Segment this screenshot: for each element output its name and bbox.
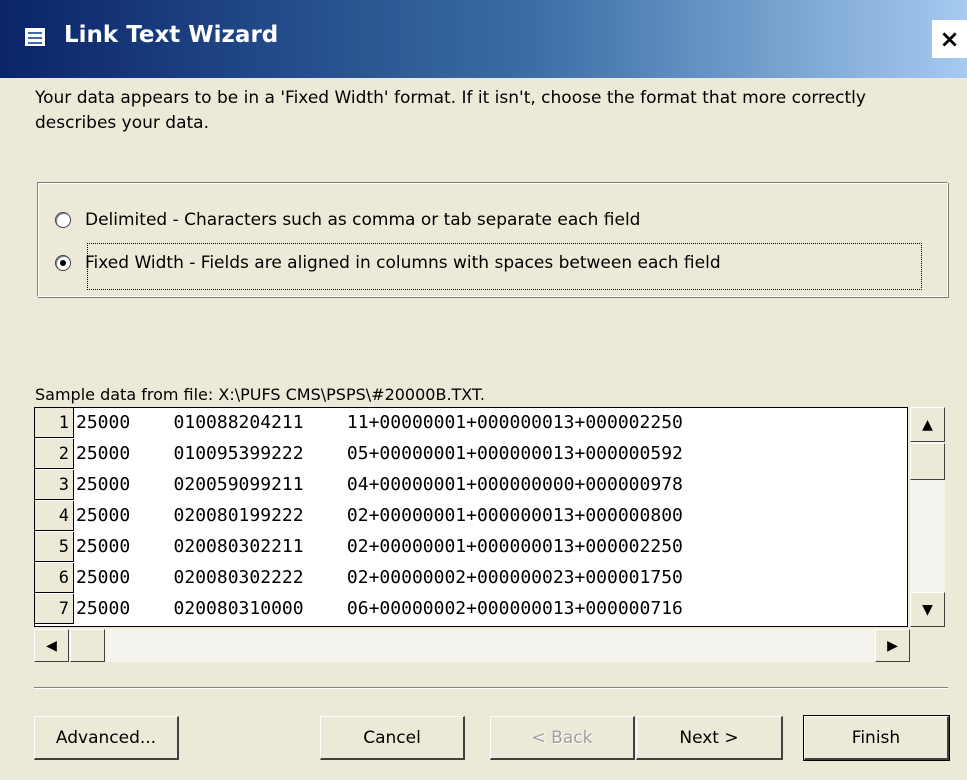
sample-data-grid[interactable]: 1 25000 010088204211 11+00000001+0000000…	[34, 407, 908, 627]
row-data: 25000 020080199222 02+00000001+000000013…	[76, 505, 683, 526]
row-number: 5	[35, 532, 74, 562]
arrow-left-icon: ◀	[46, 637, 57, 654]
button-divider	[34, 687, 948, 689]
title-bar[interactable]: Link Text Wizard	[0, 0, 967, 78]
row-data: 25000 010095399222 05+00000001+000000013…	[76, 443, 683, 464]
table-row: 2 25000 010095399222 05+00000001+0000000…	[35, 439, 907, 470]
row-number: 2	[35, 439, 74, 469]
scroll-down-button[interactable]: ▼	[910, 592, 945, 627]
delimited-label: Delimited - Characters such as comma or …	[85, 210, 641, 230]
horizontal-scrollbar[interactable]: ◀ ▶	[34, 629, 910, 662]
fixed-width-radio[interactable]	[55, 255, 71, 271]
row-data: 25000 020080302211 02+00000001+000000013…	[76, 536, 683, 557]
scroll-left-button[interactable]: ◀	[34, 629, 69, 662]
intro-text: Your data appears to be in a 'Fixed Widt…	[35, 88, 866, 133]
row-number: 3	[35, 470, 74, 500]
row-data: 25000 010088204211 11+00000001+000000013…	[76, 412, 683, 433]
sample-data-label: Sample data from file: X:\PUFS CMS\PSPS\…	[35, 385, 485, 404]
vertical-scroll-thumb[interactable]	[910, 443, 945, 480]
link-text-wizard-window: Link Text Wizard × Your data appears to …	[0, 0, 967, 780]
table-row: 6 25000 020080302222 02+00000002+0000000…	[35, 563, 907, 594]
vertical-scrollbar[interactable]: ▲ ▼	[910, 407, 945, 627]
table-row: 1 25000 010088204211 11+00000001+0000000…	[35, 408, 907, 439]
scroll-up-button[interactable]: ▲	[910, 407, 945, 442]
back-button[interactable]: < Back	[490, 716, 635, 760]
row-data: 25000 020080302222 02+00000002+000000023…	[76, 567, 683, 588]
arrow-up-icon: ▲	[922, 416, 933, 433]
advanced-button[interactable]: Advanced...	[34, 716, 179, 760]
table-row: 3 25000 020059099211 04+00000001+0000000…	[35, 470, 907, 501]
focus-rectangle	[87, 243, 922, 290]
wizard-app-icon	[24, 27, 46, 47]
finish-button[interactable]: Finish	[803, 715, 950, 761]
window-title: Link Text Wizard	[64, 22, 279, 48]
row-data: 25000 020059099211 04+00000001+000000000…	[76, 474, 683, 495]
row-number: 1	[35, 408, 74, 438]
cancel-button[interactable]: Cancel	[320, 716, 465, 760]
row-number: 6	[35, 563, 74, 593]
table-row: 4 25000 020080199222 02+00000001+0000000…	[35, 501, 907, 532]
close-icon[interactable]: ×	[932, 20, 967, 58]
next-button[interactable]: Next >	[636, 716, 783, 760]
horizontal-scroll-thumb[interactable]	[70, 629, 105, 662]
scroll-right-button[interactable]: ▶	[875, 629, 910, 662]
row-number: 4	[35, 501, 74, 531]
table-row: 5 25000 020080302211 02+00000001+0000000…	[35, 532, 907, 563]
delimited-radio[interactable]	[55, 212, 71, 228]
delimited-option[interactable]: Delimited - Characters such as comma or …	[55, 208, 640, 232]
row-data: 25000 020080310000 06+00000002+000000013…	[76, 598, 683, 619]
arrow-right-icon: ▶	[887, 637, 898, 654]
row-number: 7	[35, 594, 74, 624]
table-row: 7 25000 020080310000 06+00000002+0000000…	[35, 594, 907, 625]
arrow-down-icon: ▼	[922, 601, 933, 618]
